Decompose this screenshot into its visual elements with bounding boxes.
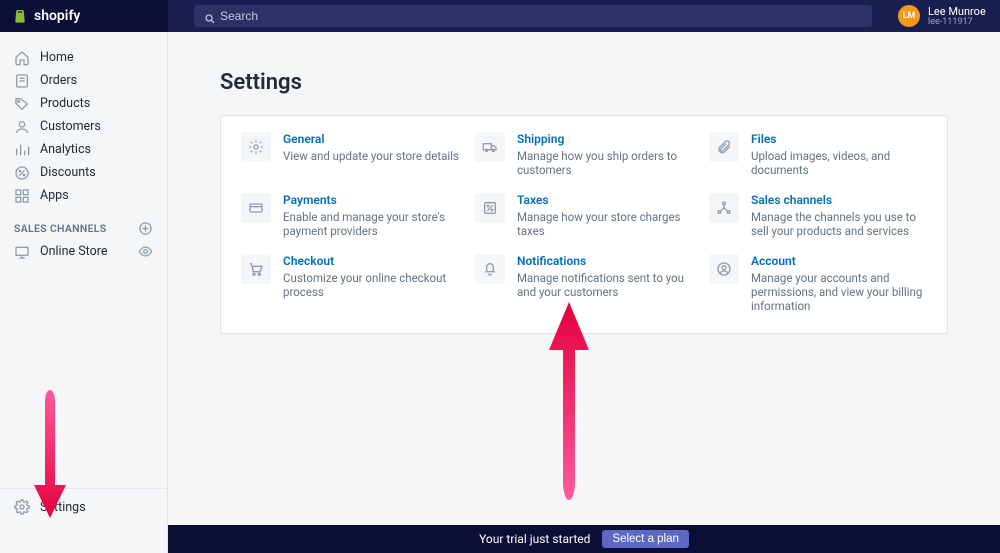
- sidebar-item-orders[interactable]: Orders: [0, 69, 167, 92]
- sidebar-channel-online-store[interactable]: Online Store: [0, 240, 167, 263]
- sidebar-item-label: Apps: [40, 188, 69, 203]
- search-field-wrap: [168, 5, 886, 27]
- customers-icon: [14, 119, 30, 135]
- tile-desc: Manage how your store charges taxes: [517, 210, 693, 238]
- truck-icon: [475, 132, 505, 162]
- bell-icon: [475, 254, 505, 284]
- settings-card: General View and update your store detail…: [220, 115, 948, 334]
- products-icon: [14, 96, 30, 112]
- sidebar-item-apps[interactable]: Apps: [0, 184, 167, 207]
- page-title: Settings: [220, 70, 1000, 95]
- tile-account[interactable]: Account Manage your accounts and permissi…: [709, 254, 927, 313]
- sales-channels-text: SALES CHANNELS: [14, 222, 107, 235]
- view-store-icon[interactable]: [137, 244, 153, 260]
- sidebar-item-label: Home: [40, 50, 74, 65]
- tile-desc: Upload images, videos, and documents: [751, 149, 927, 177]
- sidebar-item-label: Discounts: [40, 165, 96, 180]
- tile-title: Taxes: [517, 193, 693, 208]
- tile-desc: Manage how you ship orders to customers: [517, 149, 693, 177]
- sidebar-item-home[interactable]: Home: [0, 46, 167, 69]
- tile-desc: Manage the channels you use to sell your…: [751, 210, 927, 238]
- gear-icon: [14, 499, 30, 515]
- sidebar-item-label: Customers: [40, 119, 101, 134]
- sidebar-item-settings[interactable]: Settings: [0, 488, 167, 525]
- account-icon: [709, 254, 739, 284]
- tile-taxes[interactable]: Taxes Manage how your store charges taxes: [475, 193, 693, 238]
- sidebar: Home Orders Products Customers Analytics…: [0, 32, 168, 553]
- tile-title: Checkout: [283, 254, 459, 269]
- sidebar-item-label: Orders: [40, 73, 77, 88]
- tile-notifications[interactable]: Notifications Manage notifications sent t…: [475, 254, 693, 313]
- sales-channels-header: SALES CHANNELS: [0, 207, 167, 240]
- settings-label: Settings: [40, 500, 86, 515]
- tile-shipping[interactable]: Shipping Manage how you ship orders to cu…: [475, 132, 693, 177]
- brand-name: shopify: [34, 8, 80, 24]
- trial-bar: Your trial just started Select a plan: [168, 525, 1000, 553]
- online-store-icon: [14, 244, 30, 260]
- analytics-icon: [14, 142, 30, 158]
- cart-icon: [241, 254, 271, 284]
- gear-icon: [241, 132, 271, 162]
- sidebar-item-products[interactable]: Products: [0, 92, 167, 115]
- apps-icon: [14, 188, 30, 204]
- user-subtext: lee-111917: [928, 17, 986, 27]
- tile-sales-channels[interactable]: Sales channels Manage the channels you us…: [709, 193, 927, 238]
- sidebar-channel-label: Online Store: [40, 244, 107, 259]
- tile-desc: Enable and manage your store's payment p…: [283, 210, 459, 238]
- tile-general[interactable]: General View and update your store detail…: [241, 132, 459, 177]
- channels-icon: [709, 193, 739, 223]
- tile-checkout[interactable]: Checkout Customize your online checkout p…: [241, 254, 459, 313]
- user-menu[interactable]: LM Lee Munroe lee-111917: [886, 5, 1000, 27]
- tile-title: General: [283, 132, 459, 147]
- tile-title: Files: [751, 132, 927, 147]
- sidebar-item-analytics[interactable]: Analytics: [0, 138, 167, 161]
- discounts-icon: [14, 165, 30, 181]
- main-content: Settings General View and update your sto…: [168, 32, 1000, 525]
- tile-desc: Manage your accounts and permissions, an…: [751, 271, 927, 313]
- tile-title: Shipping: [517, 132, 693, 147]
- shopify-bag-icon: [12, 7, 28, 25]
- search-input[interactable]: [194, 5, 872, 27]
- sidebar-item-label: Products: [40, 96, 90, 111]
- tile-desc: Customize your online checkout process: [283, 271, 459, 299]
- tile-title: Sales channels: [751, 193, 927, 208]
- tile-desc: View and update your store details: [283, 149, 459, 163]
- sidebar-item-customers[interactable]: Customers: [0, 115, 167, 138]
- add-channel-icon[interactable]: [138, 221, 153, 236]
- card-icon: [241, 193, 271, 223]
- percent-icon: [475, 193, 505, 223]
- orders-icon: [14, 73, 30, 89]
- tile-files[interactable]: Files Upload images, videos, and document…: [709, 132, 927, 177]
- sidebar-item-label: Analytics: [40, 142, 91, 157]
- logo[interactable]: shopify: [0, 0, 168, 32]
- tile-title: Payments: [283, 193, 459, 208]
- select-plan-button[interactable]: Select a plan: [602, 530, 689, 548]
- tile-desc: Manage notifications sent to you and you…: [517, 271, 693, 299]
- home-icon: [14, 50, 30, 66]
- tile-title: Account: [751, 254, 927, 269]
- topbar: shopify LM Lee Munroe lee-111917: [0, 0, 1000, 32]
- tile-payments[interactable]: Payments Enable and manage your store's p…: [241, 193, 459, 238]
- paperclip-icon: [709, 132, 739, 162]
- avatar: LM: [898, 5, 920, 27]
- tile-title: Notifications: [517, 254, 693, 269]
- sidebar-item-discounts[interactable]: Discounts: [0, 161, 167, 184]
- trial-text: Your trial just started: [479, 532, 590, 546]
- user-name: Lee Munroe: [928, 6, 986, 17]
